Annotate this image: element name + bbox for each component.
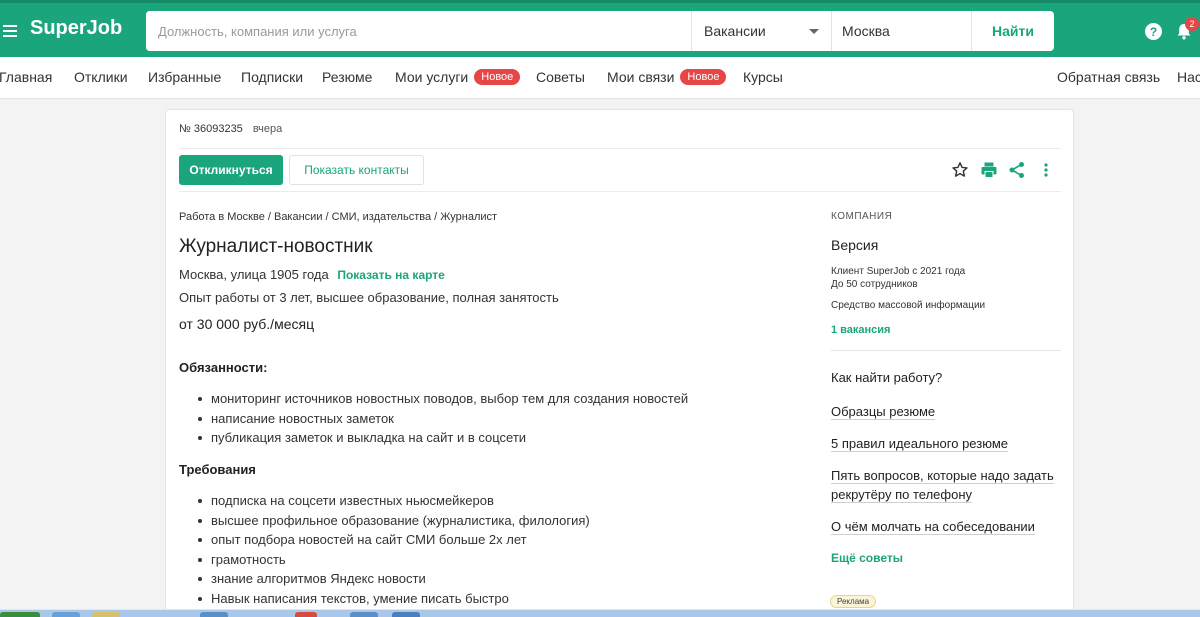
duties-list: мониторинг источников новостных поводов,… bbox=[195, 389, 688, 448]
company-info: Клиент SuperJob с 2021 года До 50 сотруд… bbox=[831, 265, 965, 291]
nav-item-resume[interactable]: Резюме bbox=[322, 69, 372, 85]
breadcrumb[interactable]: Работа в Москве / Вакансии / СМИ, издате… bbox=[179, 211, 497, 223]
tip-link-label: Пять вопросов, которые надо задать рекру… bbox=[831, 468, 1054, 503]
list-item: написание новостных заметок bbox=[195, 409, 688, 429]
main-nav: Главная Отклики Избранные Подписки Резюм… bbox=[0, 57, 1200, 99]
vacancy-number: № 36093235 bbox=[179, 123, 243, 135]
taskbar-item[interactable] bbox=[92, 612, 120, 617]
vacancy-date: вчера bbox=[252, 123, 283, 135]
nav-item-home[interactable]: Главная bbox=[0, 69, 52, 85]
list-item: знание алгоритмов Яндекс новости bbox=[195, 569, 590, 589]
nav-item-label: Мои услуги bbox=[395, 69, 469, 85]
nav-item-my-services[interactable]: Мои услуги Новое bbox=[395, 69, 521, 85]
company-client-since: Клиент SuperJob с 2021 года bbox=[831, 266, 966, 277]
tip-link-label: 5 правил идеального резюме bbox=[831, 436, 1008, 452]
divider bbox=[179, 148, 1061, 149]
tip-link-label: Образцы резюме bbox=[831, 404, 936, 420]
list-item: подписка на соцсети известных ньюсмейкер… bbox=[195, 491, 590, 511]
vacancy-title: Журналист-новостник bbox=[179, 236, 373, 257]
tip-link-resume-samples[interactable]: Образцы резюме bbox=[831, 402, 1061, 421]
city-field[interactable]: Москва bbox=[831, 11, 971, 51]
company-label: КОМПАНИЯ bbox=[831, 211, 893, 222]
nav-item-label: Обратная связь bbox=[1057, 69, 1161, 85]
superjob-logo[interactable]: SuperJob bbox=[30, 17, 122, 40]
vacancy-card: № 36093235 вчера Откликнуться Показать ко… bbox=[165, 109, 1074, 617]
nav-item-favorites[interactable]: Избранные bbox=[148, 69, 221, 85]
company-name[interactable]: Версия bbox=[831, 237, 878, 253]
divider bbox=[179, 191, 1061, 192]
divider bbox=[831, 350, 1061, 351]
requirements-list: подписка на соцсети известных ньюсмейкер… bbox=[195, 491, 590, 608]
taskbar-item[interactable] bbox=[350, 612, 378, 617]
print-icon[interactable] bbox=[980, 161, 998, 179]
vacancy-salary: от 30 000 руб./месяц bbox=[179, 316, 315, 332]
taskbar-item[interactable] bbox=[200, 612, 228, 617]
nav-item-label: Наст bbox=[1177, 69, 1200, 85]
star-icon[interactable] bbox=[951, 161, 969, 179]
tips-heading: Как найти работу? bbox=[831, 370, 943, 385]
nav-item-my-connections[interactable]: Мои связи Новое bbox=[607, 69, 727, 85]
list-item: мониторинг источников новостных поводов,… bbox=[195, 389, 688, 409]
company-size: До 50 сотрудников bbox=[831, 279, 918, 290]
nav-item-subscriptions[interactable]: Подписки bbox=[241, 69, 303, 85]
nav-item-responses[interactable]: Отклики bbox=[74, 69, 128, 85]
vacancy-requirements-summary: Опыт работы от 3 лет, высшее образование… bbox=[179, 290, 559, 305]
list-item: опыт подбора новостей на сайт СМИ больше… bbox=[195, 530, 590, 550]
list-item: Навык написания текстов, умение писать б… bbox=[195, 589, 590, 609]
search-button[interactable]: Найти bbox=[971, 11, 1054, 51]
taskbar-item[interactable] bbox=[392, 612, 420, 617]
nav-item-feedback[interactable]: Обратная связь bbox=[1057, 69, 1160, 85]
nav-item-label: Курсы bbox=[743, 69, 783, 85]
show-on-map-link[interactable]: Показать на карте bbox=[337, 268, 445, 282]
top-header: SuperJob Вакансии Москва Найти ? 2 bbox=[0, 0, 1200, 57]
apply-button[interactable]: Откликнуться bbox=[179, 155, 283, 185]
tip-link-recruiter-questions[interactable]: Пять вопросов, которые надо задать рекру… bbox=[831, 466, 1061, 504]
notification-badge: 2 bbox=[1185, 17, 1199, 31]
ad-badge: Реклама bbox=[830, 595, 877, 608]
taskbar-item[interactable] bbox=[52, 612, 80, 617]
new-badge: Новое bbox=[474, 69, 521, 85]
new-badge: Новое bbox=[680, 69, 727, 85]
list-item: публикация заметок и выкладка на сайт и … bbox=[195, 428, 688, 448]
start-button[interactable] bbox=[0, 612, 40, 617]
search-type-value: Вакансии bbox=[704, 23, 766, 39]
share-icon[interactable] bbox=[1008, 161, 1026, 179]
nav-item-label: Советы bbox=[536, 69, 585, 85]
search-bar: Вакансии Москва Найти bbox=[146, 11, 1054, 51]
taskbar-item[interactable] bbox=[295, 612, 317, 617]
company-industry: Средство массовой информации bbox=[831, 300, 986, 311]
search-type-select[interactable]: Вакансии bbox=[691, 11, 831, 51]
tip-link-interview[interactable]: О чём молчать на собеседовании bbox=[831, 517, 1061, 536]
more-icon[interactable] bbox=[1037, 161, 1055, 179]
vacancy-address: Москва, улица 1905 года Показать на карт… bbox=[179, 267, 445, 282]
requirements-heading: Требования bbox=[179, 462, 256, 477]
list-item: высшее профильное образование (журналист… bbox=[195, 511, 590, 531]
tip-link-label: О чём молчать на собеседовании bbox=[831, 519, 1035, 535]
list-item: грамотность bbox=[195, 550, 590, 570]
show-contacts-button[interactable]: Показать контакты bbox=[289, 155, 424, 185]
address-text: Москва, улица 1905 года bbox=[179, 267, 329, 282]
nav-item-label: Мои связи bbox=[607, 69, 675, 85]
nav-item-label: Главная bbox=[0, 69, 53, 85]
tip-link-resume-rules[interactable]: 5 правил идеального резюме bbox=[831, 434, 1061, 453]
vacancy-meta: № 36093235 вчера bbox=[179, 123, 282, 135]
nav-item-tips[interactable]: Советы bbox=[536, 69, 585, 85]
nav-item-courses[interactable]: Курсы bbox=[743, 69, 783, 85]
company-vacancies-link[interactable]: 1 вакансия bbox=[831, 324, 890, 336]
search-input[interactable] bbox=[146, 11, 691, 51]
help-icon[interactable]: ? bbox=[1145, 23, 1162, 40]
os-taskbar bbox=[0, 609, 1200, 617]
nav-item-label: Отклики bbox=[74, 69, 128, 85]
menu-icon[interactable] bbox=[3, 25, 17, 37]
duties-heading: Обязанности: bbox=[179, 360, 268, 375]
more-tips-link[interactable]: Ещё советы bbox=[831, 551, 903, 565]
nav-item-label: Избранные bbox=[148, 69, 222, 85]
nav-item-label: Резюме bbox=[322, 69, 373, 85]
nav-item-settings[interactable]: Наст bbox=[1177, 69, 1200, 85]
nav-item-label: Подписки bbox=[241, 69, 304, 85]
chevron-down-icon bbox=[809, 28, 819, 34]
